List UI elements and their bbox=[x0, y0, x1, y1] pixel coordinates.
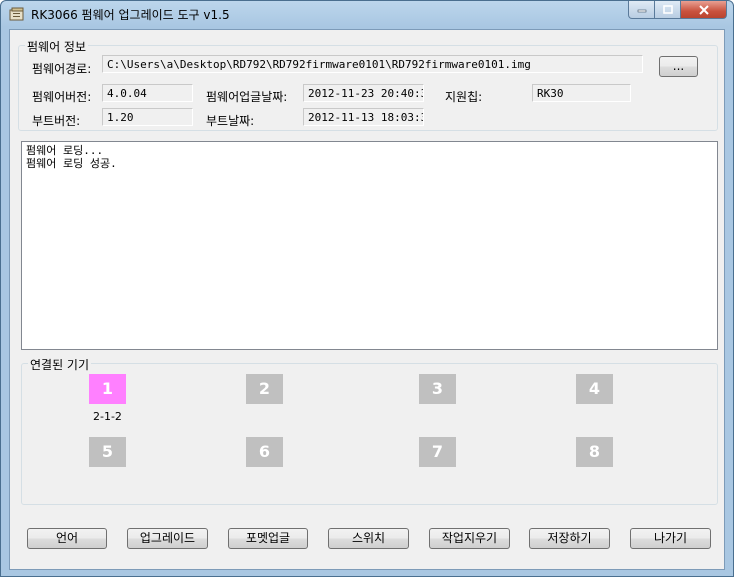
minimize-icon bbox=[637, 9, 646, 12]
device-slot-5[interactable]: 5 bbox=[89, 437, 126, 467]
boot-date-field: 2012-11-13 18:03:31 bbox=[303, 108, 424, 126]
device-slot-1[interactable]: 1 bbox=[89, 374, 126, 404]
save-button[interactable]: 저장하기 bbox=[529, 528, 610, 549]
device-slot-6[interactable]: 6 bbox=[246, 437, 283, 467]
boot-version-label: 부트버전: bbox=[32, 114, 81, 128]
window-title: RK3066 펌웨어 업그레이드 도구 v1.5 bbox=[31, 8, 230, 22]
log-output[interactable]: 펌웨어 로딩... 펌웨어 로딩 성공. bbox=[21, 141, 718, 350]
firmware-date-label: 펌웨어업글날짜: bbox=[206, 90, 288, 104]
caption-buttons bbox=[628, 1, 727, 20]
app-window: RK3066 펌웨어 업그레이드 도구 v1.5 펌웨어 정보 펌웨어경로: C… bbox=[0, 0, 734, 577]
device-slot-7[interactable]: 7 bbox=[419, 437, 456, 467]
maximize-button[interactable] bbox=[655, 1, 681, 19]
device-slot-2[interactable]: 2 bbox=[246, 374, 283, 404]
firmware-version-field: 4.0.04 bbox=[102, 84, 193, 102]
maximize-icon bbox=[662, 5, 673, 14]
log-line: 펌웨어 로딩 성공. bbox=[26, 157, 117, 170]
boot-version-field: 1.20 bbox=[102, 108, 193, 126]
close-button[interactable] bbox=[681, 1, 727, 19]
firmware-info-title: 펌웨어 정보 bbox=[25, 38, 89, 55]
boot-date-label: 부트날짜: bbox=[206, 114, 255, 128]
chip-label: 지원칩: bbox=[445, 90, 483, 104]
device-slot-4[interactable]: 4 bbox=[576, 374, 613, 404]
title-bar[interactable]: RK3066 펌웨어 업그레이드 도구 v1.5 bbox=[1, 1, 733, 28]
minimize-button[interactable] bbox=[628, 1, 655, 19]
upgrade-button[interactable]: 업그레이드 bbox=[127, 528, 208, 549]
device-slot-8[interactable]: 8 bbox=[576, 437, 613, 467]
connected-devices-title: 연결된 기기 bbox=[28, 356, 92, 373]
firmware-version-label: 펌웨어버전: bbox=[32, 90, 92, 104]
device-slot-3[interactable]: 3 bbox=[419, 374, 456, 404]
app-icon bbox=[9, 7, 25, 21]
firmware-path-field[interactable]: C:\Users\a\Desktop\RD792\RD792firmware01… bbox=[102, 55, 643, 73]
device-slot-1-port: 2-1-2 bbox=[93, 410, 122, 423]
client-area: 펌웨어 정보 펌웨어경로: C:\Users\a\Desktop\RD792\R… bbox=[9, 29, 725, 570]
switch-button[interactable]: 스위치 bbox=[328, 528, 409, 549]
log-line: 펌웨어 로딩... bbox=[26, 144, 104, 157]
firmware-date-field: 2012-11-23 20:40:35 bbox=[303, 84, 424, 102]
firmware-path-label: 펌웨어경로: bbox=[32, 62, 92, 76]
language-button[interactable]: 언어 bbox=[27, 528, 107, 549]
exit-button[interactable]: 나가기 bbox=[630, 528, 711, 549]
close-icon bbox=[698, 4, 709, 15]
browse-button[interactable]: ... bbox=[659, 56, 698, 77]
clear-log-button[interactable]: 작업지우기 bbox=[429, 528, 510, 549]
chip-field: RK30 bbox=[532, 84, 631, 102]
format-upgrade-button[interactable]: 포멧업글 bbox=[228, 528, 308, 549]
